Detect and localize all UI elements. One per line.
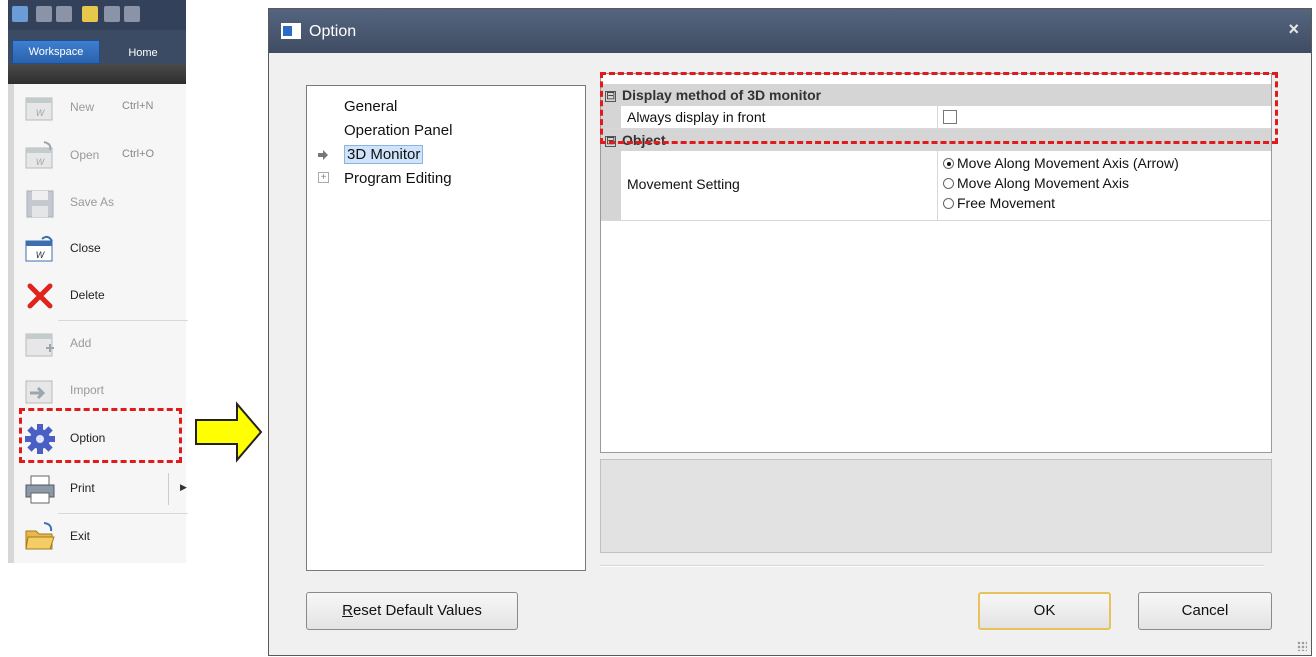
submenu-arrow-icon[interactable]: ▶ bbox=[180, 482, 187, 493]
ok-button[interactable]: OK bbox=[978, 592, 1111, 630]
menu-header-strip bbox=[8, 64, 186, 84]
selection-arrow-icon bbox=[318, 150, 328, 160]
cancel-button[interactable]: Cancel bbox=[1138, 592, 1272, 630]
ribbon-tabs: Workspace Home bbox=[8, 30, 186, 64]
tab-home[interactable]: Home bbox=[118, 42, 168, 64]
category-tree: General Operation Panel 3D Monitor + Pro… bbox=[306, 85, 586, 571]
mnemonic-letter: R bbox=[342, 602, 353, 619]
menu-item-open[interactable]: W Open Ctrl+O bbox=[18, 134, 186, 178]
yellow-arrow-icon bbox=[195, 401, 263, 463]
close-workspace-icon: W bbox=[25, 235, 53, 262]
reset-default-values-button[interactable]: Reset Default Values bbox=[306, 592, 518, 630]
file-menu-panel: Workspace Home W New Ctrl+N W Open Ctrl+… bbox=[8, 0, 188, 563]
import-icon bbox=[25, 380, 53, 404]
menu-item-print[interactable]: Print ▶ bbox=[18, 467, 187, 511]
separator-line bbox=[600, 565, 1264, 567]
menu-item-new[interactable]: W New Ctrl+N bbox=[18, 86, 186, 130]
radio-label: Move Along Movement Axis bbox=[957, 175, 1129, 191]
app-icon[interactable] bbox=[12, 6, 28, 22]
radio-button[interactable] bbox=[943, 198, 954, 209]
grid-gutter bbox=[601, 151, 621, 220]
menu-item-label: Exit bbox=[70, 529, 91, 543]
shortcut-text: Ctrl+N bbox=[122, 100, 154, 112]
toolbar-icon[interactable] bbox=[36, 6, 52, 22]
radio-option-free[interactable]: Free Movement bbox=[943, 194, 1055, 212]
menu-item-close[interactable]: W Close bbox=[18, 227, 186, 271]
tree-item-label: General bbox=[344, 98, 398, 115]
description-pane bbox=[600, 459, 1272, 553]
tree-item-3d-monitor[interactable]: 3D Monitor bbox=[344, 144, 424, 166]
open-file-icon: W bbox=[25, 141, 53, 169]
menu-separator bbox=[58, 320, 188, 321]
tree-item-operation-panel[interactable]: Operation Panel bbox=[344, 120, 452, 142]
menu-item-label: New bbox=[70, 100, 95, 114]
dialog-titlebar[interactable]: Option × bbox=[269, 9, 1311, 53]
radio-button[interactable] bbox=[943, 178, 954, 189]
radio-button-selected[interactable] bbox=[943, 158, 954, 169]
dialog-window-icon bbox=[281, 23, 301, 39]
radio-option-arrow[interactable]: Move Along Movement Axis (Arrow) bbox=[943, 154, 1179, 172]
menu-item-label: Delete bbox=[70, 288, 105, 302]
menu-item-label: Open bbox=[70, 148, 100, 162]
radio-label: Free Movement bbox=[957, 195, 1056, 211]
delete-x-icon bbox=[27, 283, 53, 309]
toolbar-icon[interactable] bbox=[56, 6, 72, 22]
new-file-icon: W bbox=[25, 97, 53, 121]
menu-item-import[interactable]: Import bbox=[18, 369, 186, 413]
tree-item-label: Operation Panel bbox=[344, 122, 453, 139]
tab-workspace[interactable]: Workspace bbox=[12, 40, 100, 64]
display-method-highlight-box bbox=[600, 72, 1278, 144]
menu-item-label: Close bbox=[70, 241, 101, 255]
folder-exit-icon bbox=[25, 522, 55, 550]
radio-option-axis[interactable]: Move Along Movement Axis bbox=[943, 174, 1129, 192]
expand-icon[interactable]: + bbox=[318, 172, 329, 183]
file-menu-list: W New Ctrl+N W Open Ctrl+O Save As W Clo… bbox=[8, 84, 188, 563]
menu-separator bbox=[58, 513, 188, 514]
tree-item-program-editing[interactable]: Program Editing bbox=[344, 168, 452, 190]
toolbar-icon[interactable] bbox=[124, 6, 140, 22]
property-movement-setting: Movement Setting Move Along Movement Axi… bbox=[601, 151, 1271, 221]
menu-item-delete[interactable]: Delete bbox=[18, 274, 186, 318]
save-icon bbox=[26, 190, 54, 218]
toolbar-icon[interactable] bbox=[104, 6, 120, 22]
property-name: Movement Setting bbox=[627, 176, 740, 192]
radio-label: Move Along Movement Axis (Arrow) bbox=[957, 155, 1179, 171]
menu-item-save-as[interactable]: Save As bbox=[18, 181, 186, 225]
menu-item-label: Save As bbox=[70, 195, 115, 209]
tree-item-label: Program Editing bbox=[344, 170, 452, 187]
menu-item-exit[interactable]: Exit bbox=[18, 515, 186, 559]
quick-access-toolbar bbox=[8, 0, 186, 30]
menu-item-add[interactable]: Add bbox=[18, 322, 186, 366]
dialog-title: Option bbox=[309, 23, 357, 40]
tree-item-label: 3D Monitor bbox=[344, 145, 424, 164]
toolbar-icon[interactable] bbox=[82, 6, 98, 22]
menu-item-label: Print bbox=[70, 481, 95, 495]
resize-grip-icon[interactable] bbox=[1297, 641, 1307, 651]
shortcut-text: Ctrl+O bbox=[122, 148, 155, 160]
tree-item-general[interactable]: General bbox=[344, 96, 397, 118]
add-icon bbox=[25, 333, 54, 357]
column-divider bbox=[937, 151, 938, 220]
menu-item-label: Import bbox=[70, 383, 105, 397]
printer-icon bbox=[25, 475, 55, 504]
button-label: eset Default Values bbox=[352, 602, 482, 619]
menu-item-label: Add bbox=[70, 336, 92, 350]
option-highlight-box bbox=[19, 408, 182, 463]
close-icon[interactable]: × bbox=[1288, 19, 1299, 40]
split-divider bbox=[168, 473, 169, 505]
